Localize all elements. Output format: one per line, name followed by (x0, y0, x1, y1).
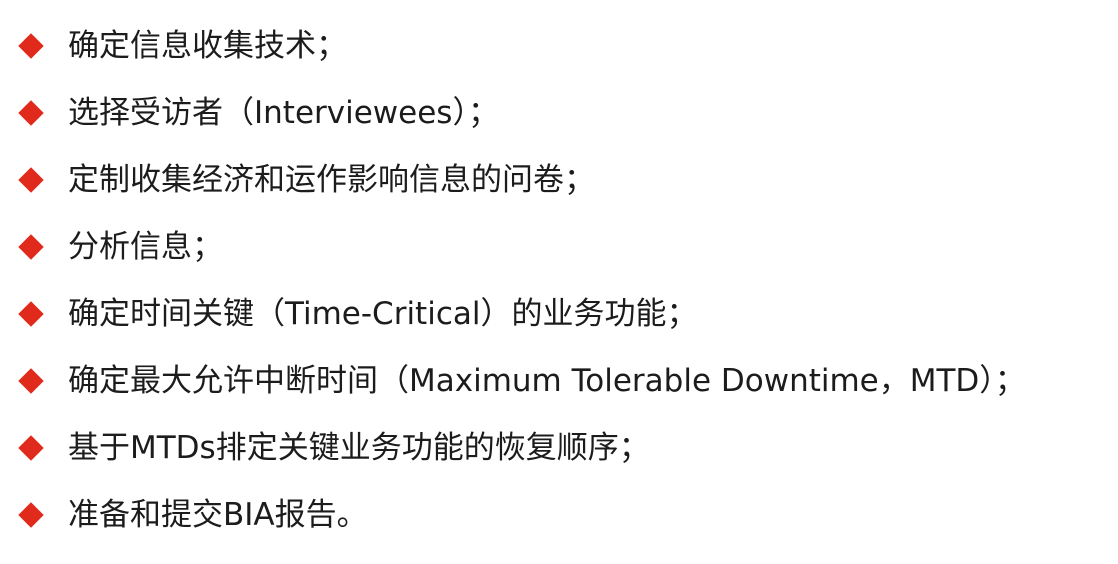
list-item-text: 选择受访者（Interviewees）； (68, 94, 499, 131)
list-item: 确定时间关键（Time-Critical）的业务功能； (16, 280, 1106, 347)
red-diamond-icon (18, 367, 44, 394)
list-item-text: 基于MTDs排定关键业务功能的恢复顺序； (68, 429, 650, 466)
list-item-text: 确定信息收集技术； (68, 27, 347, 64)
red-diamond-icon (18, 99, 44, 126)
list-item-text: 确定最大允许中断时间（Maximum Tolerable Downtime，MT… (68, 362, 1026, 399)
list-item: 定制收集经济和运作影响信息的问卷； (16, 146, 1106, 213)
list-item: 选择受访者（Interviewees）； (16, 79, 1106, 146)
list-item: 分析信息； (16, 213, 1106, 280)
red-diamond-icon (18, 233, 44, 260)
list-item-text: 确定时间关键（Time-Critical）的业务功能； (68, 295, 698, 332)
list-item-text: 分析信息； (68, 228, 223, 265)
red-diamond-icon (18, 166, 44, 193)
list-item: 准备和提交BIA报告。 (16, 481, 1106, 548)
red-diamond-icon (18, 32, 44, 59)
red-diamond-icon (18, 434, 44, 461)
red-diamond-icon (18, 501, 44, 528)
list-item: 确定信息收集技术； (16, 12, 1106, 79)
slide: 确定信息收集技术； 选择受访者（Interviewees）； 定制收集经济和运作… (0, 0, 1118, 564)
list-item-text: 定制收集经济和运作影响信息的问卷； (68, 161, 595, 198)
list-item: 确定最大允许中断时间（Maximum Tolerable Downtime，MT… (16, 347, 1106, 414)
red-diamond-icon (18, 300, 44, 327)
list-item-text: 准备和提交BIA报告。 (68, 496, 368, 533)
list-item: 基于MTDs排定关键业务功能的恢复顺序； (16, 414, 1106, 481)
bullet-list: 确定信息收集技术； 选择受访者（Interviewees）； 定制收集经济和运作… (16, 12, 1106, 548)
